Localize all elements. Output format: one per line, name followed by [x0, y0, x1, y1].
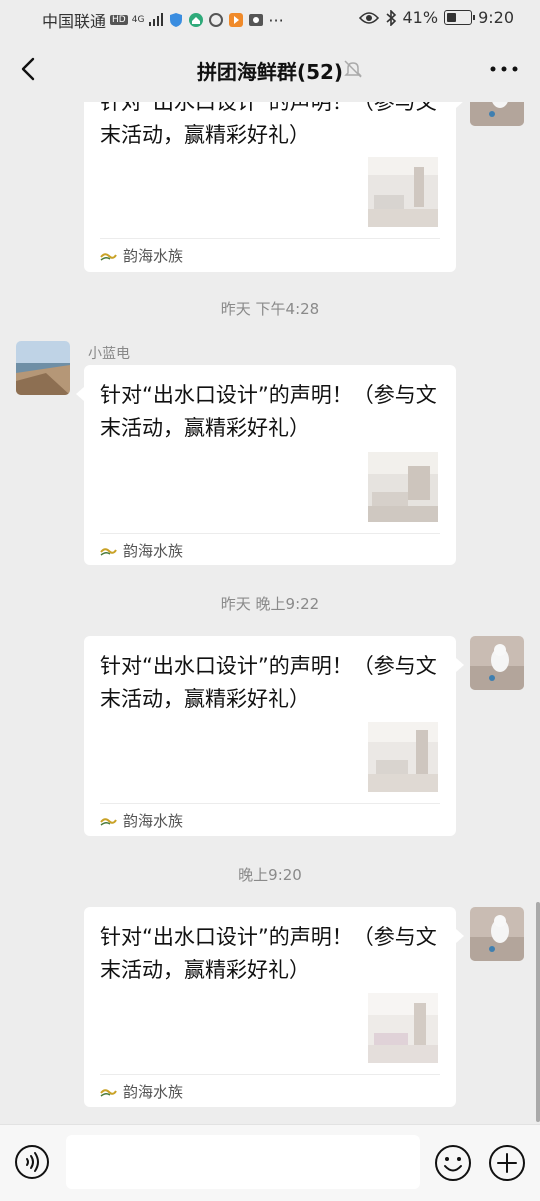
source-name: 韵海水族	[123, 542, 184, 560]
link-card-message[interactable]: 针对“出水口设计”的声明！（参与文末活动，赢精彩好礼） 韵海水族	[84, 102, 464, 272]
bluetooth-icon	[385, 9, 396, 26]
source-logo-icon	[100, 817, 117, 826]
card-source: 韵海水族	[100, 245, 183, 266]
chat-message-list[interactable]: 针对“出水口设计”的声明！（参与文末活动，赢精彩好礼） 韵海水族 昨天 下午4:…	[0, 102, 540, 1124]
play-app-icon	[229, 13, 244, 27]
timestamp: 晚上9:20	[238, 866, 302, 884]
card-thumbnail	[368, 993, 438, 1063]
card-divider	[100, 238, 440, 239]
clock: 9:20	[478, 8, 514, 27]
bubble-tail	[76, 387, 84, 401]
source-name: 韵海水族	[123, 812, 184, 830]
bubble-tail	[456, 929, 464, 943]
status-bar: 中国联通 HD 4G ··· 41% 9:20	[0, 0, 540, 36]
voice-icon[interactable]	[14, 1144, 50, 1180]
card-title: 针对“出水口设计”的声明！（参与文末活动，赢精彩好礼）	[100, 102, 437, 147]
chat-header: 拼团海鲜群(52)	[0, 36, 540, 102]
bubble-tail	[456, 658, 464, 672]
eye-icon	[358, 11, 379, 24]
card-thumbnail	[368, 452, 438, 522]
my-avatar[interactable]	[470, 102, 524, 126]
my-avatar[interactable]	[470, 907, 524, 961]
plus-icon[interactable]	[488, 1144, 526, 1182]
timestamp: 昨天 下午4:28	[220, 300, 320, 318]
card-thumbnail	[368, 722, 438, 792]
source-logo-icon	[100, 547, 117, 556]
carrier-label: 中国联通	[42, 12, 107, 31]
scrollbar[interactable]	[536, 902, 540, 1122]
hd-badge: HD	[110, 15, 128, 25]
card-source: 韵海水族	[100, 810, 183, 831]
card-source: 韵海水族	[100, 1081, 183, 1102]
signal-icon	[149, 13, 164, 26]
mute-bell-icon	[344, 60, 362, 78]
circle-app-icon	[209, 13, 224, 27]
card-title: 针对“出水口设计”的声明！（参与文末活动，赢精彩好礼）	[100, 925, 437, 982]
network-badge: 4G	[131, 14, 145, 25]
home-app-icon	[189, 13, 204, 27]
link-card-message[interactable]: 针对“出水口设计”的声明！（参与文末活动，赢精彩好礼） 韵海水族	[84, 907, 464, 1107]
more-notifications-icon: ···	[268, 10, 284, 30]
battery-percent: 41%	[402, 8, 439, 27]
source-name: 韵海水族	[123, 1083, 184, 1101]
link-card-message[interactable]: 针对“出水口设计”的声明！（参与文末活动，赢精彩好礼） 韵海水族	[76, 365, 456, 565]
timestamp: 昨天 晚上9:22	[220, 595, 320, 613]
card-title: 针对“出水口设计”的声明！（参与文末活动，赢精彩好礼）	[100, 383, 437, 440]
emoji-icon[interactable]	[434, 1144, 472, 1182]
bubble-tail	[456, 102, 464, 108]
card-title: 针对“出水口设计”的声明！（参与文末活动，赢精彩好礼）	[100, 654, 437, 711]
source-logo-icon	[100, 252, 117, 261]
card-source: 韵海水族	[100, 540, 183, 561]
battery-icon	[444, 10, 476, 25]
link-card-message[interactable]: 针对“出水口设计”的声明！（参与文末活动，赢精彩好礼） 韵海水族	[84, 636, 464, 836]
more-options-icon[interactable]	[488, 58, 520, 80]
source-logo-icon	[100, 1088, 117, 1097]
my-avatar[interactable]	[470, 636, 524, 690]
card-divider	[100, 1074, 440, 1075]
message-app-icon	[249, 14, 264, 26]
sender-avatar[interactable]	[16, 341, 70, 395]
sender-name: 小蓝电	[88, 346, 130, 362]
group-title: 拼团海鲜群(52)	[196, 60, 344, 84]
card-thumbnail	[368, 157, 438, 227]
source-name: 韵海水族	[123, 247, 184, 265]
card-divider	[100, 803, 440, 804]
card-divider	[100, 533, 440, 534]
input-bar	[0, 1124, 540, 1201]
message-input[interactable]	[66, 1135, 420, 1189]
shield-app-icon	[170, 13, 183, 27]
